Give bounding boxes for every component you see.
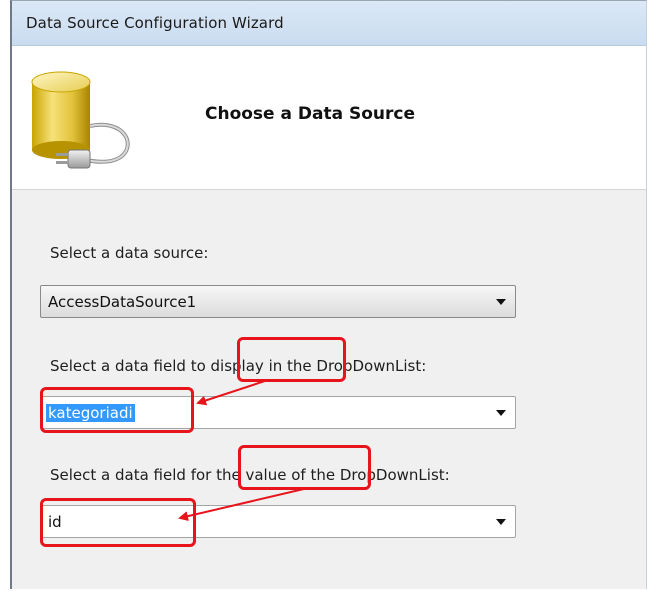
window-title: Data Source Configuration Wizard bbox=[26, 14, 284, 32]
display-field-dropdown[interactable]: kategoriadi bbox=[40, 396, 516, 429]
display-field-label: Select a data field to display in the Dr… bbox=[50, 357, 426, 375]
value-field-label-pre: Select a data field bbox=[50, 466, 191, 484]
value-field-label: Select a data field for the value of the… bbox=[50, 466, 450, 484]
chevron-down-icon[interactable] bbox=[496, 519, 506, 525]
chevron-down-icon[interactable] bbox=[496, 410, 506, 416]
data-source-dropdown[interactable]: AccessDataSource1 bbox=[40, 285, 516, 318]
title-bar[interactable]: Data Source Configuration Wizard bbox=[12, 1, 646, 46]
value-field-dropdown[interactable]: id bbox=[40, 505, 516, 538]
data-source-label: Select a data source: bbox=[50, 244, 209, 262]
page-heading: Choose a Data Source bbox=[205, 104, 416, 124]
value-field-label-post: of the DropDownList: bbox=[286, 466, 450, 484]
chevron-down-icon[interactable] bbox=[496, 299, 506, 305]
display-field-value[interactable]: kategoriadi bbox=[46, 404, 135, 422]
display-field-label-post: in the DropDownList: bbox=[263, 357, 427, 375]
database-plug-icon bbox=[31, 71, 130, 169]
value-field-value[interactable]: id bbox=[48, 513, 62, 531]
data-source-value: AccessDataSource1 bbox=[48, 293, 197, 311]
wizard-header: Choose a Data Source bbox=[12, 46, 646, 190]
display-field-label-pre: Select a data field bbox=[50, 357, 191, 375]
value-field-label-highlight: for the value bbox=[190, 466, 287, 484]
display-field-label-highlight: to display bbox=[190, 357, 264, 375]
